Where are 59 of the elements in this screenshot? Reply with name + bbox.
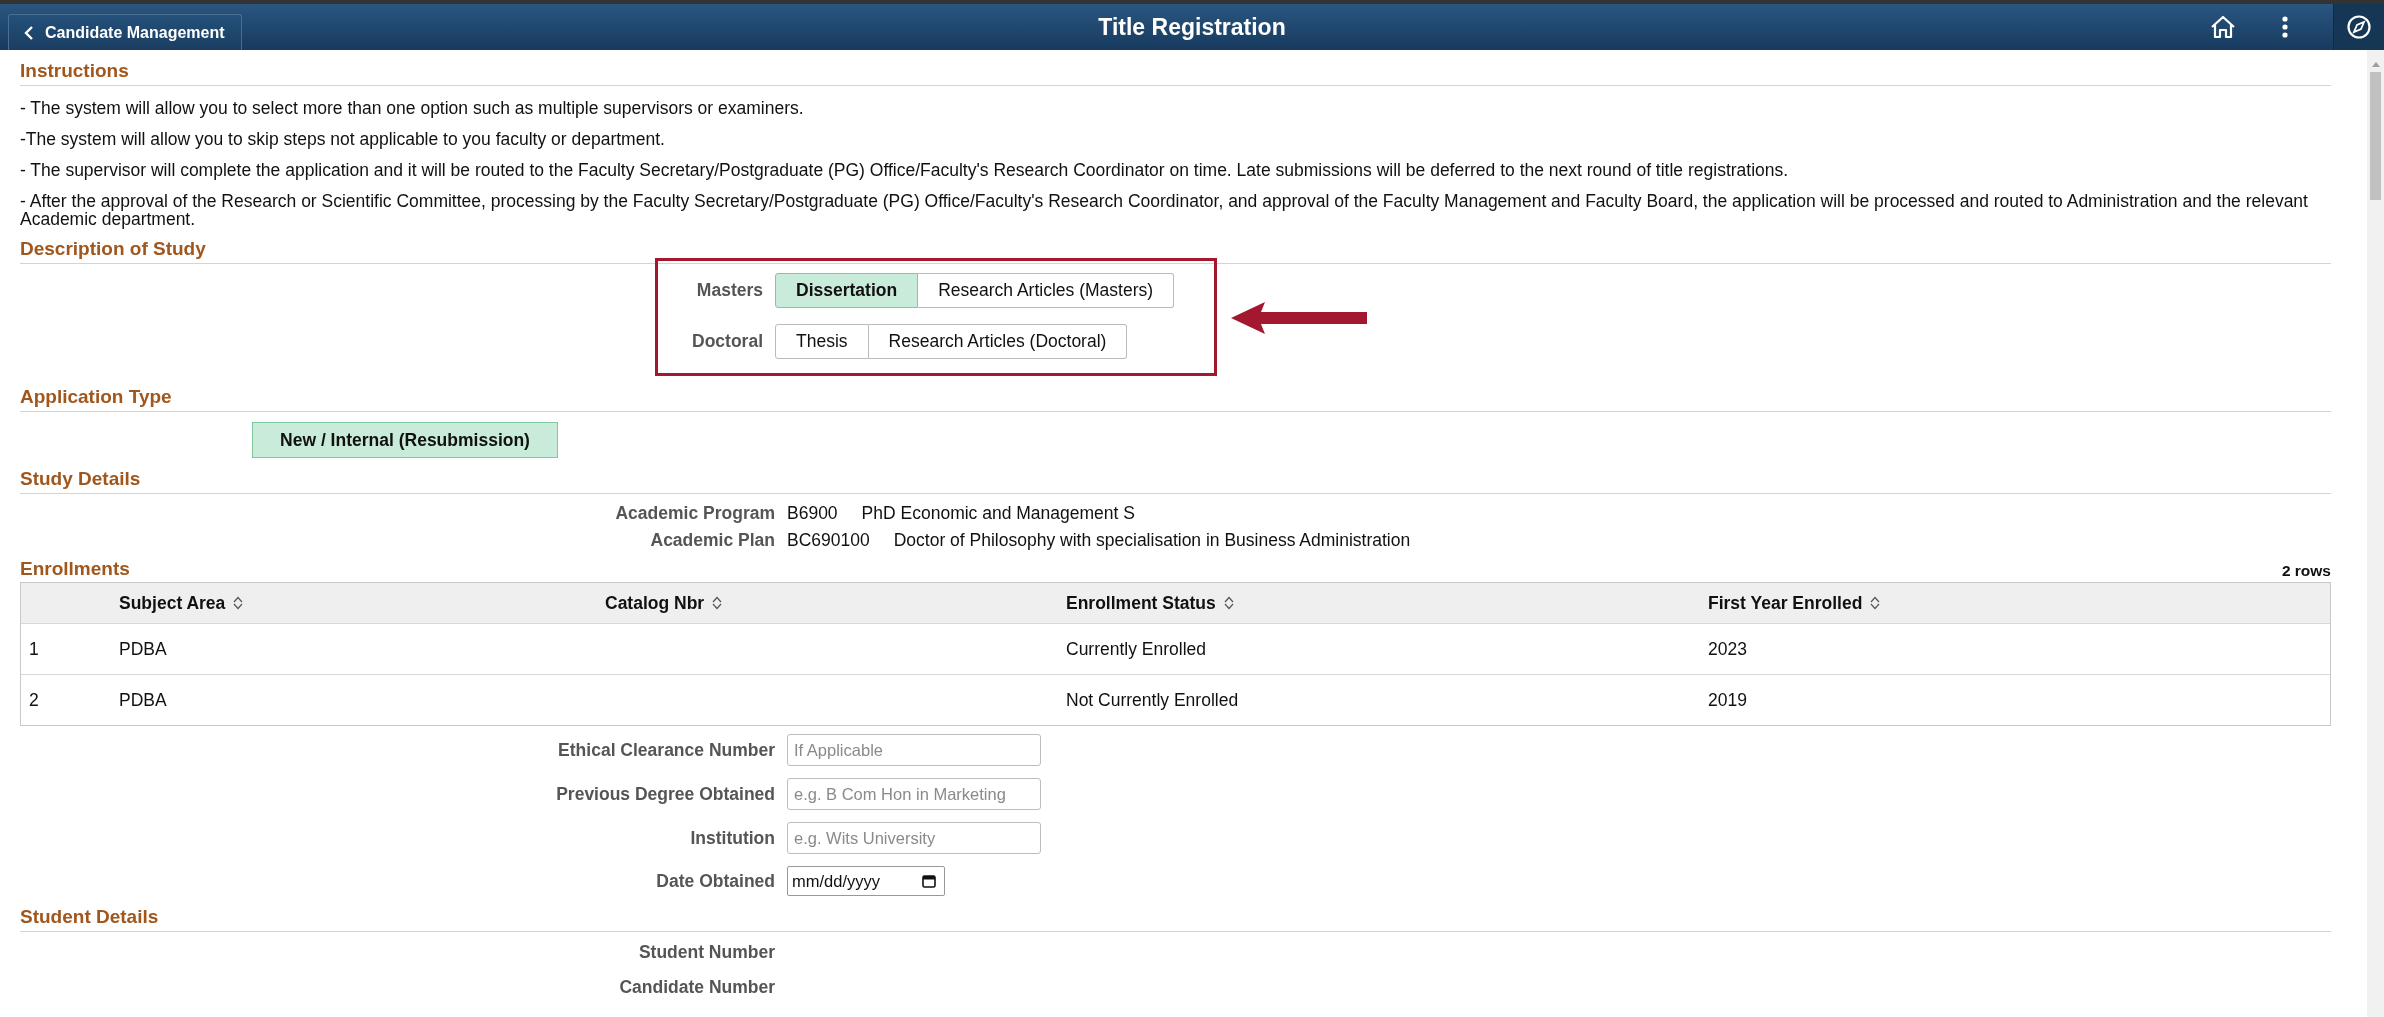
section-heading: Description of Study — [20, 228, 2331, 264]
table-cell-text: 2019 — [1708, 689, 1748, 711]
field-label: Institution — [689, 827, 775, 849]
table-cell-text: PDBA — [119, 689, 168, 711]
table-cell-text: Currently Enrolled — [1066, 638, 1208, 660]
option-button[interactable]: Research Articles (Doctoral) — [868, 324, 1128, 359]
section-heading: Study Details — [20, 458, 2331, 494]
field-label: Masters — [695, 280, 763, 301]
row-count: 2 rows — [2281, 562, 2331, 580]
back-button[interactable]: Candidate Management — [8, 14, 242, 50]
scrollbar[interactable] — [2367, 50, 2384, 1017]
calendar-icon — [922, 874, 936, 888]
input-field[interactable]: e.g. B Com Hon in Marketing — [787, 778, 1041, 810]
more-options-icon[interactable] — [2281, 15, 2289, 39]
home-icon[interactable] — [2209, 14, 2237, 40]
section-heading: Application Type — [20, 376, 2331, 412]
field-label: Academic Program — [614, 503, 775, 524]
field-label: Candidate Number — [618, 977, 775, 998]
sort-icon — [712, 596, 723, 610]
option-button[interactable]: Thesis — [775, 324, 869, 359]
column-header[interactable]: First Year Enrolled — [1708, 592, 2330, 614]
table-cell-text: Not Currently Enrolled — [1066, 689, 1240, 711]
instruction-text: - After the approval of the Research or Scientific Committee, processing by the Faculty Secretary/Postgraduate (PG) Office/Faculty's Research Coordinator, and approval of the Faculty Management and Faculty Board, the application will be processed and routed to Administration and the relevant Academic department. — [20, 192, 2309, 228]
scrollbar-thumb[interactable] — [2370, 72, 2381, 200]
date-field[interactable]: mm/dd/yyyy — [787, 866, 945, 896]
page-title: Title Registration — [1098, 13, 1286, 41]
instruction-text: -The system will allow you to skip steps not applicable to you faculty or department. — [20, 130, 666, 148]
field-label: Doctoral — [691, 331, 763, 352]
instruction-text: - The system will allow you to select more than one option such as multiple supervisors or examiners. — [20, 99, 805, 117]
field-label: Ethical Clearance Number — [557, 739, 775, 761]
compass-icon[interactable] — [2346, 14, 2372, 40]
option-button[interactable]: Dissertation — [775, 273, 919, 308]
field-label: Academic Plan — [649, 530, 775, 551]
field-value: B6900 — [787, 503, 838, 524]
field-value: PhD Economic and Management S — [861, 503, 1135, 524]
sort-icon — [1223, 596, 1234, 610]
column-header[interactable]: Catalog Nbr — [605, 592, 1066, 614]
option-button[interactable]: Research Articles (Masters) — [918, 273, 1175, 308]
input-field[interactable]: If Applicable — [787, 734, 1041, 766]
chevron-left-icon — [23, 24, 35, 41]
field-label: Student Number — [637, 942, 775, 963]
instruction-text: - The supervisor will complete the application and it will be routed to the Faculty Secretary/Postgraduate (PG) Office/Faculty's Research Coordinator on time. Late submissions will be deferred to the next round of title registrations. — [20, 161, 1790, 179]
field-label: Previous Degree Obtained — [555, 783, 775, 805]
row-number: 2 — [29, 689, 40, 711]
section-heading: Student Details — [20, 896, 2331, 932]
table-cell-text: PDBA — [119, 638, 168, 660]
table-cell-text: 2023 — [1708, 638, 1748, 660]
field-label: Date Obtained — [655, 870, 775, 892]
section-heading: Instructions — [20, 50, 2331, 86]
field-value: Doctor of Philosophy with specialisation in Business Administration — [893, 530, 1411, 551]
row-number: 1 — [29, 638, 40, 660]
field-value: BC690100 — [787, 530, 870, 551]
application-type-button[interactable]: New / Internal (Resubmission) — [252, 422, 558, 458]
sort-icon — [233, 596, 244, 610]
section-heading: Enrollments — [20, 558, 130, 580]
column-header[interactable]: Subject Area — [119, 592, 605, 614]
column-header[interactable]: Enrollment Status — [1066, 592, 1708, 614]
input-field[interactable]: e.g. Wits University — [787, 822, 1041, 854]
sort-icon — [1870, 596, 1881, 610]
